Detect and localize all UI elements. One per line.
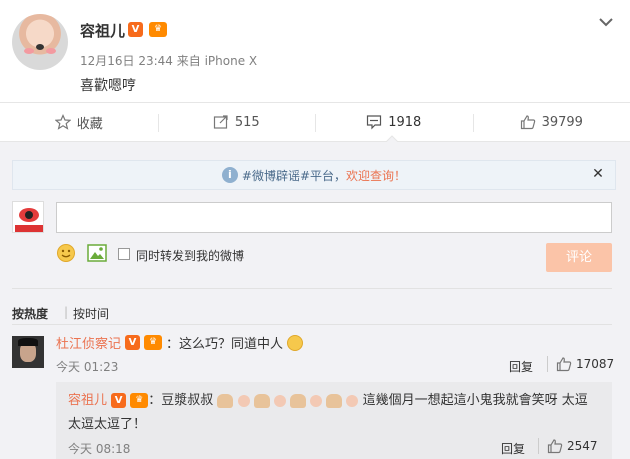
reply-text-a: ：豆漿叔叔 xyxy=(148,393,214,408)
wave-hand-icon xyxy=(253,393,270,408)
thumbs-up-icon xyxy=(556,357,572,372)
notice-text: #微博辟谣#平台， xyxy=(241,168,347,183)
reply-like-count: 2547 xyxy=(567,439,598,453)
sort-by-time[interactable]: 按时间 xyxy=(73,305,109,322)
sync-repost-checkbox[interactable] xyxy=(118,248,130,260)
thumbs-up-icon xyxy=(520,115,535,130)
rumor-notice[interactable]: i #微博辟谣#平台， 欢迎查询！ xyxy=(12,160,616,190)
reply-like-button[interactable]: 2547 xyxy=(547,438,598,454)
info-icon: i xyxy=(221,167,238,183)
like-count: 39799 xyxy=(541,114,583,130)
wave-hand-icon xyxy=(326,393,343,408)
comment-time: 今天 01:23 xyxy=(56,360,119,374)
emoji-dot-icon xyxy=(310,394,323,407)
submit-comment-button[interactable]: 评论 xyxy=(546,243,612,272)
comment-input[interactable] xyxy=(56,202,612,233)
sort-separator: | xyxy=(64,305,69,319)
commenter-avatar[interactable] xyxy=(12,336,44,368)
post-text: 喜歡嗯哼 xyxy=(80,78,136,94)
author-name[interactable]: 容祖儿 xyxy=(80,20,125,41)
emoji-dot-icon xyxy=(237,394,250,407)
verified-icon[interactable]: V xyxy=(128,22,143,37)
comment-like-count: 17087 xyxy=(576,357,615,371)
repost-button[interactable]: 515 xyxy=(157,103,316,141)
divider xyxy=(12,324,612,325)
star-icon xyxy=(54,114,71,130)
author-avatar[interactable] xyxy=(12,14,68,70)
author-badges: V ♛ xyxy=(128,22,167,37)
wave-hand-icon xyxy=(290,393,307,408)
comment-count: 1918 xyxy=(388,114,422,130)
verified-icon[interactable]: V xyxy=(125,335,141,350)
verified-icon[interactable]: V xyxy=(111,393,127,408)
chevron-down-icon[interactable] xyxy=(598,14,614,30)
sync-repost-label[interactable]: 同时转发到我的微博 xyxy=(136,247,244,264)
member-crown-icon[interactable]: ♛ xyxy=(130,393,149,408)
divider xyxy=(12,288,612,289)
post-action-bar: 收藏 515 1918 39799 xyxy=(0,102,630,142)
comment-like-button[interactable]: 17087 xyxy=(556,356,614,372)
emoji-dot-icon xyxy=(346,394,359,407)
emoji-icon[interactable] xyxy=(56,243,76,263)
reply-author-name[interactable]: 容祖儿 xyxy=(68,393,107,408)
sort-by-hot[interactable]: 按热度 xyxy=(12,305,48,322)
member-crown-icon[interactable]: ♛ xyxy=(149,22,167,37)
comment-content: 杜江侦察记 V ♛ ：这么巧？同道中人 xyxy=(56,333,304,352)
favorite-label: 收藏 xyxy=(76,116,103,132)
wave-hand-icon xyxy=(217,393,234,408)
my-avatar[interactable] xyxy=(12,201,44,233)
close-icon[interactable]: ✕ xyxy=(590,166,606,182)
post-meta: 12月16日 23:44 来自 iPhone X xyxy=(80,54,258,68)
thumbs-up-icon xyxy=(547,439,563,454)
comment-reply-button[interactable]: 回复 xyxy=(509,358,533,375)
reply-content: 容祖儿 V ♛ ：豆漿叔叔 這幾個月一想起這小鬼我就會笑呀 太逗太逗太逗了！ xyxy=(68,389,598,437)
member-crown-icon[interactable]: ♛ xyxy=(144,335,163,350)
divider xyxy=(547,356,548,372)
like-button[interactable]: 39799 xyxy=(472,103,630,141)
weibo-post: 容祖儿 V ♛ 12月16日 23:44 来自 iPhone X 喜歡嗯哼 xyxy=(0,0,630,102)
emoji-face-icon xyxy=(287,334,304,351)
comment-text: ：这么巧？同道中人 xyxy=(166,337,284,352)
emoji-dot-icon xyxy=(273,394,286,407)
comment-icon xyxy=(367,115,382,130)
repost-count: 515 xyxy=(234,114,260,130)
notice-link[interactable]: 欢迎查询！ xyxy=(346,167,406,184)
commenter-name[interactable]: 杜江侦察记 xyxy=(56,333,121,352)
image-icon[interactable] xyxy=(87,244,107,262)
repost-icon xyxy=(213,115,228,129)
reply-reply-button[interactable]: 回复 xyxy=(501,440,525,457)
favorite-button[interactable]: 收藏 xyxy=(0,103,158,141)
reply-time: 今天 08:18 xyxy=(68,442,131,456)
divider xyxy=(538,438,539,454)
